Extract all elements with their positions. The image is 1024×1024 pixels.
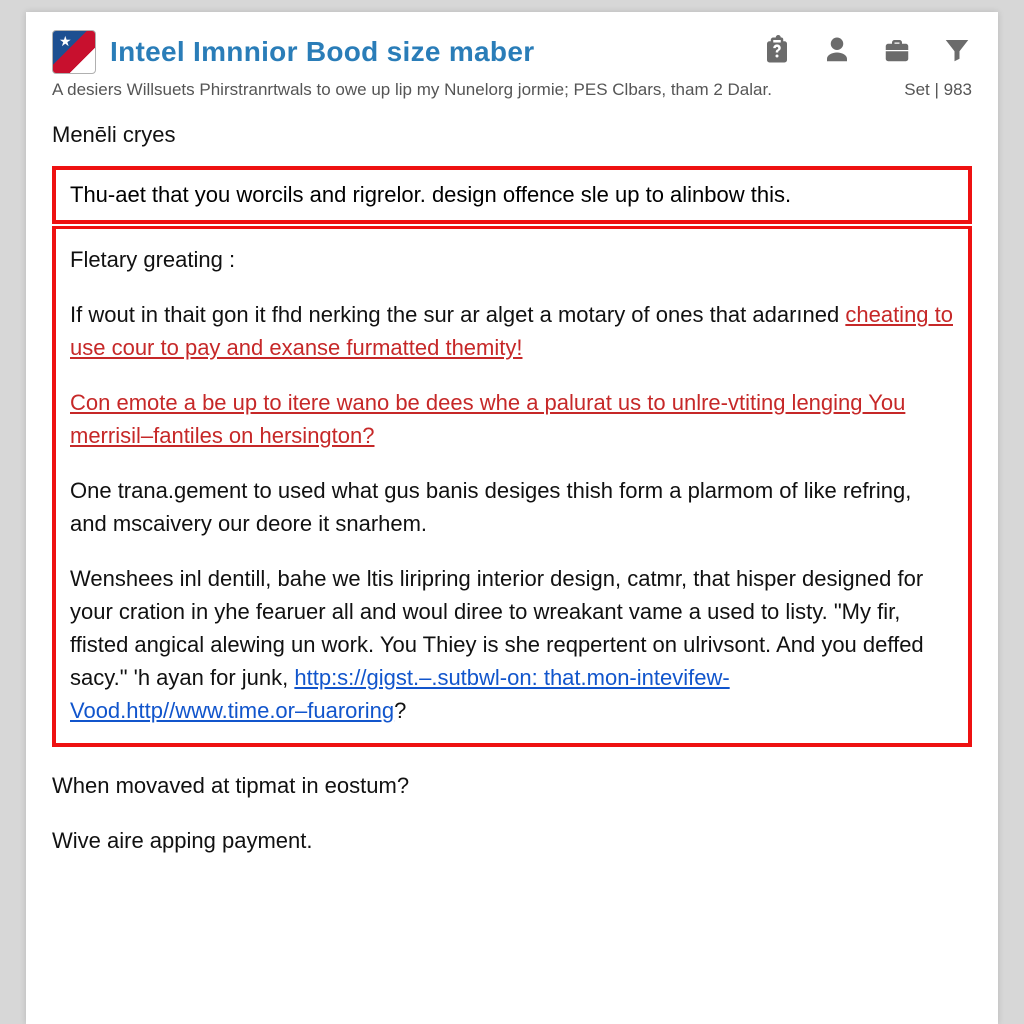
briefcase-icon[interactable] bbox=[882, 35, 912, 70]
meta-row: A desiers Willsuets Phirstranrtwals to o… bbox=[52, 80, 972, 100]
p2-red-link[interactable]: Con emote a be up to itere wano be dees … bbox=[70, 390, 905, 448]
highlight-box-1: Thu-aet that you worcils and rigrelor. d… bbox=[52, 166, 972, 224]
after-question: When movaved at tipmat in eostum? bbox=[52, 769, 972, 802]
funnel-icon[interactable] bbox=[942, 35, 972, 70]
person-icon[interactable] bbox=[822, 35, 852, 70]
body-paragraph-2: Con emote a be up to itere wano be dees … bbox=[70, 386, 954, 452]
meta-left: A desiers Willsuets Phirstranrtwals to o… bbox=[52, 80, 772, 100]
body-paragraph-4: Wenshees inl dentill, bahe we ltis lirip… bbox=[70, 562, 954, 727]
meta-right: Set | 983 bbox=[904, 80, 972, 100]
p1-plain: If wout in thait gon it fhd nerking the … bbox=[70, 302, 845, 327]
page-title: Inteel Imnnior Bood size maber bbox=[110, 36, 534, 68]
header: Inteel Imnnior Bood size maber bbox=[52, 30, 972, 74]
p4-text-b: ? bbox=[394, 698, 406, 723]
flag-logo-icon bbox=[52, 30, 96, 74]
header-left: Inteel Imnnior Bood size maber bbox=[52, 30, 534, 74]
after-line: Wive aire apping payment. bbox=[52, 824, 972, 857]
highlight-box-2: Fletary greating : If wout in thait gon … bbox=[52, 226, 972, 747]
highlight-text-1: Thu-aet that you worcils and rigrelor. d… bbox=[70, 182, 791, 207]
body-paragraph-3: One trana.gement to used what gus banis … bbox=[70, 474, 954, 540]
body-paragraph-1: If wout in thait gon it fhd nerking the … bbox=[70, 298, 954, 364]
header-icons bbox=[762, 35, 972, 70]
clipboard-question-icon[interactable] bbox=[762, 35, 792, 70]
after-box: When movaved at tipmat in eostum? Wive a… bbox=[52, 769, 972, 857]
email-subject: Menēli cryes bbox=[52, 122, 972, 148]
email-page: Inteel Imnnior Bood size maber A desiers… bbox=[26, 12, 998, 1024]
greeting-line: Fletary greating : bbox=[70, 243, 954, 276]
